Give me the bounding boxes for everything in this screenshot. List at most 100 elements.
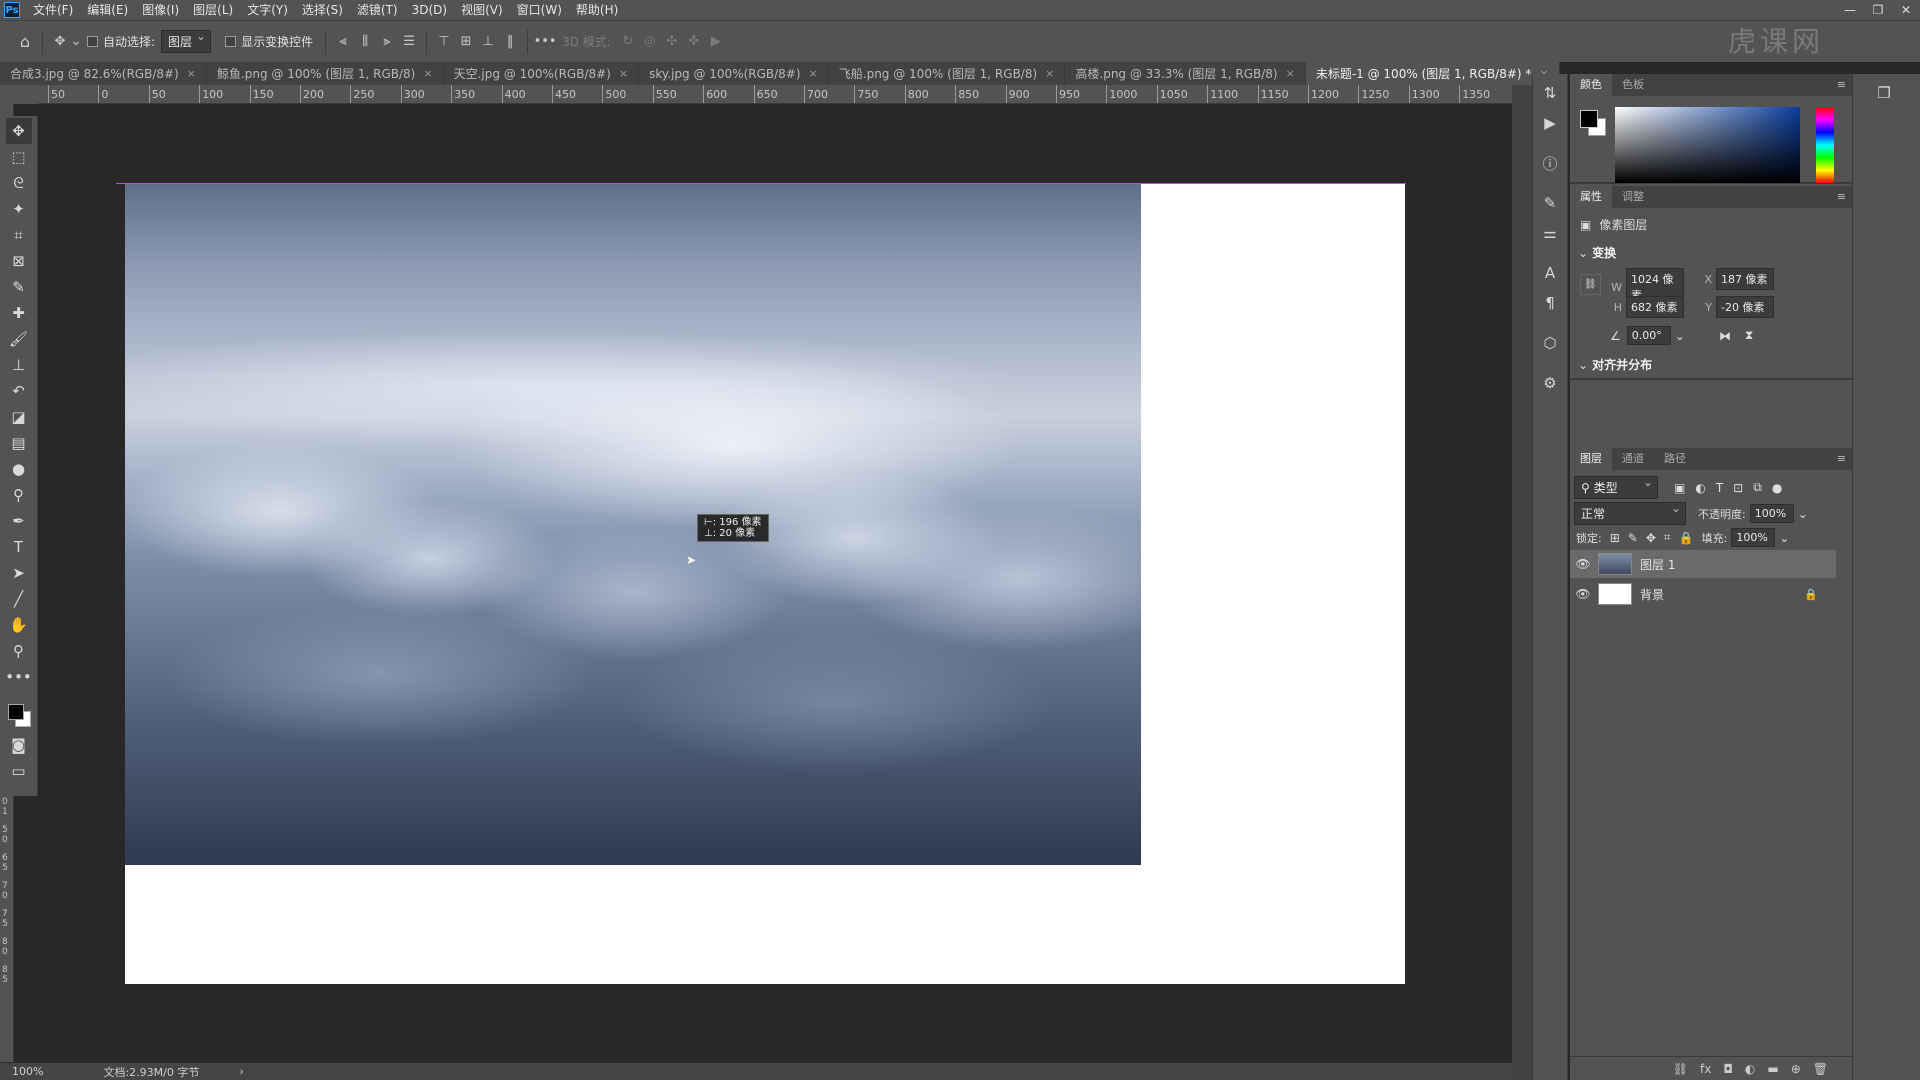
filter-adjustment-icon[interactable]: ◐ bbox=[1695, 481, 1705, 495]
restore-icon[interactable]: ❐ bbox=[1864, 0, 1892, 20]
3d-cube-icon[interactable]: ⬡ bbox=[1537, 330, 1563, 356]
foreground-color[interactable] bbox=[1580, 110, 1598, 128]
crop-tool-icon[interactable]: ⌗ bbox=[6, 222, 32, 248]
menu-edit[interactable]: 编辑(E) bbox=[80, 0, 135, 20]
y-field[interactable]: -20 像素 bbox=[1716, 296, 1774, 318]
align-center-h-icon[interactable]: ⫼ bbox=[354, 31, 376, 53]
vertical-scrollbar[interactable] bbox=[1512, 85, 1532, 1080]
chain-link-icon[interactable]: ⛓ bbox=[1580, 274, 1601, 295]
dodge-tool-icon[interactable]: ⚲ bbox=[6, 482, 32, 508]
lock-position-icon[interactable]: ✥ bbox=[1646, 531, 1656, 545]
zoom-tool-icon[interactable]: ⚲ bbox=[6, 638, 32, 664]
more-options-icon[interactable]: ••• bbox=[534, 31, 557, 53]
adjustment-layer-icon[interactable]: ◐ bbox=[1745, 1062, 1755, 1076]
auto-select-option[interactable]: 自动选择: bbox=[87, 33, 155, 50]
hand-tool-icon[interactable]: ✋ bbox=[6, 612, 32, 638]
chevron-down-icon[interactable]: ⌄ bbox=[1578, 358, 1588, 372]
chevron-down-icon[interactable]: ⌄ bbox=[71, 31, 82, 53]
3d-pan-icon[interactable]: ✣ bbox=[661, 31, 683, 53]
screen-mode-icon[interactable]: ▭ bbox=[6, 758, 32, 784]
tab-layers[interactable]: 图层 bbox=[1570, 448, 1612, 470]
link-icon[interactable]: ⛓ bbox=[1580, 274, 1601, 295]
tab-document[interactable]: 合成3.jpg @ 82.6%(RGB/8#) × bbox=[0, 62, 207, 85]
flip-horizontal-icon[interactable]: ⧓ bbox=[1719, 329, 1731, 343]
filter-toggle-icon[interactable]: ● bbox=[1772, 481, 1782, 495]
lock-transparent-icon[interactable]: ⊞ bbox=[1610, 531, 1620, 545]
new-group-icon[interactable]: ▬ bbox=[1767, 1062, 1778, 1076]
type-tool-icon[interactable]: T bbox=[6, 534, 32, 560]
lock-image-icon[interactable]: ✎ bbox=[1628, 531, 1638, 545]
close-icon[interactable]: × bbox=[1045, 67, 1054, 80]
menu-type[interactable]: 文字(Y) bbox=[240, 0, 295, 20]
tab-document-active[interactable]: 未标题-1 @ 100% (图层 1, RGB/8#) *× bbox=[1305, 62, 1560, 85]
fx-icon[interactable]: fx bbox=[1700, 1062, 1711, 1076]
filter-type-icon[interactable]: T bbox=[1716, 481, 1723, 495]
libraries-icon[interactable]: ❐ bbox=[1871, 80, 1897, 106]
gradient-tool-icon[interactable]: ▤ bbox=[6, 430, 32, 456]
menu-select[interactable]: 选择(S) bbox=[295, 0, 350, 20]
align-middle-icon[interactable]: ⊞ bbox=[455, 31, 477, 53]
filter-pixel-icon[interactable]: ▣ bbox=[1674, 481, 1685, 495]
paragraph-icon[interactable]: ¶ bbox=[1537, 290, 1563, 316]
chevron-down-icon[interactable]: ⌄ bbox=[1578, 246, 1588, 260]
actions-play-icon[interactable]: ▶ bbox=[1537, 110, 1563, 136]
brush-tool-icon[interactable]: 🖌 bbox=[6, 326, 32, 352]
adjustments-sliders-icon[interactable]: ⚌ bbox=[1537, 220, 1563, 246]
layer-row-background[interactable]: 👁 背景 🔒 bbox=[1570, 580, 1836, 608]
new-layer-icon[interactable]: ⊕ bbox=[1791, 1062, 1801, 1076]
menu-view[interactable]: 视图(V) bbox=[454, 0, 510, 20]
link-layers-icon[interactable]: ⛓ bbox=[1673, 1062, 1688, 1076]
visibility-eye-icon[interactable]: 👁 bbox=[1570, 587, 1596, 601]
cloud-layer-image[interactable]: ⊢: 196 像素 ⊥: 20 像素 ➤ bbox=[125, 184, 1141, 865]
opacity-field[interactable]: 100% bbox=[1749, 504, 1794, 523]
align-top-icon[interactable]: ⊤ bbox=[433, 31, 455, 53]
add-mask-icon[interactable]: ◘ bbox=[1723, 1062, 1733, 1076]
distribute-icon[interactable]: ☰ bbox=[398, 31, 420, 53]
color-swatches[interactable] bbox=[4, 698, 34, 732]
tab-document[interactable]: 鲸鱼.png @ 100% (图层 1, RGB/8) × bbox=[206, 62, 444, 85]
panel-menu-icon[interactable]: ≡ bbox=[1837, 186, 1846, 208]
transform-section[interactable]: ⌄ 变换 bbox=[1578, 244, 1616, 261]
path-select-icon[interactable]: ➤ bbox=[6, 560, 32, 586]
marquee-tool-icon[interactable]: ⬚ bbox=[6, 144, 32, 170]
close-icon[interactable]: ✕ bbox=[1892, 0, 1920, 20]
info-icon[interactable]: ⓘ bbox=[1537, 150, 1563, 176]
tab-adjustments[interactable]: 调整 bbox=[1612, 186, 1654, 208]
close-icon[interactable]: × bbox=[809, 67, 818, 80]
show-transform-checkbox[interactable] bbox=[225, 36, 237, 47]
chevron-right-icon[interactable]: › bbox=[239, 1065, 243, 1078]
brush-settings-icon[interactable]: ✎ bbox=[1537, 190, 1563, 216]
canvas-area[interactable]: ⊢: 196 像素 ⊥: 20 像素 ➤ bbox=[38, 105, 1512, 1062]
close-icon[interactable]: × bbox=[1286, 67, 1295, 80]
quick-mask-icon[interactable]: ◙ bbox=[6, 732, 32, 758]
panel-menu-icon[interactable]: ≡ bbox=[1837, 74, 1846, 96]
history-icon[interactable]: ⇅ bbox=[1537, 80, 1563, 106]
move-tool-icon[interactable]: ✥ bbox=[49, 31, 71, 53]
close-icon[interactable]: × bbox=[423, 67, 432, 80]
learn-icon[interactable]: ⚙ bbox=[1537, 370, 1563, 396]
blend-mode-dropdown[interactable]: 正常 bbox=[1574, 501, 1686, 525]
3d-camera-icon[interactable]: ▶ bbox=[705, 31, 727, 53]
x-field[interactable]: 187 像素 bbox=[1716, 268, 1774, 290]
layer-name[interactable]: 图层 1 bbox=[1640, 556, 1675, 573]
tab-properties[interactable]: 属性 bbox=[1570, 186, 1612, 208]
eyedropper-icon[interactable]: ✎ bbox=[6, 274, 32, 300]
chevron-down-icon[interactable]: ⌄ bbox=[1779, 531, 1789, 545]
pen-tool-icon[interactable]: ✒ bbox=[6, 508, 32, 534]
ruler-origin[interactable] bbox=[0, 85, 38, 104]
3d-roll-icon[interactable]: ◎ bbox=[639, 31, 661, 53]
layer-thumbnail[interactable] bbox=[1598, 583, 1632, 605]
frame-tool-icon[interactable]: ⊠ bbox=[6, 248, 32, 274]
lasso-tool-icon[interactable]: ᘓ bbox=[6, 170, 32, 196]
height-field[interactable]: 682 像素 bbox=[1626, 296, 1684, 318]
blur-tool-icon[interactable]: ● bbox=[6, 456, 32, 482]
auto-select-checkbox[interactable] bbox=[87, 36, 98, 47]
tab-channels[interactable]: 通道 bbox=[1612, 448, 1654, 470]
tab-document[interactable]: 天空.jpg @ 100%(RGB/8#) × bbox=[443, 62, 640, 85]
menu-layer[interactable]: 图层(L) bbox=[186, 0, 240, 20]
distribute-v-icon[interactable]: ‖ bbox=[499, 31, 521, 53]
horizontal-ruler[interactable]: 50 0 50 100 150 200 250 300 350 400 450 500 550 600 65… bbox=[38, 85, 1512, 104]
menu-3d[interactable]: 3D(D) bbox=[405, 0, 454, 20]
menu-file[interactable]: 文件(F) bbox=[26, 0, 80, 20]
chevron-down-icon[interactable]: ⌄ bbox=[1675, 329, 1685, 343]
